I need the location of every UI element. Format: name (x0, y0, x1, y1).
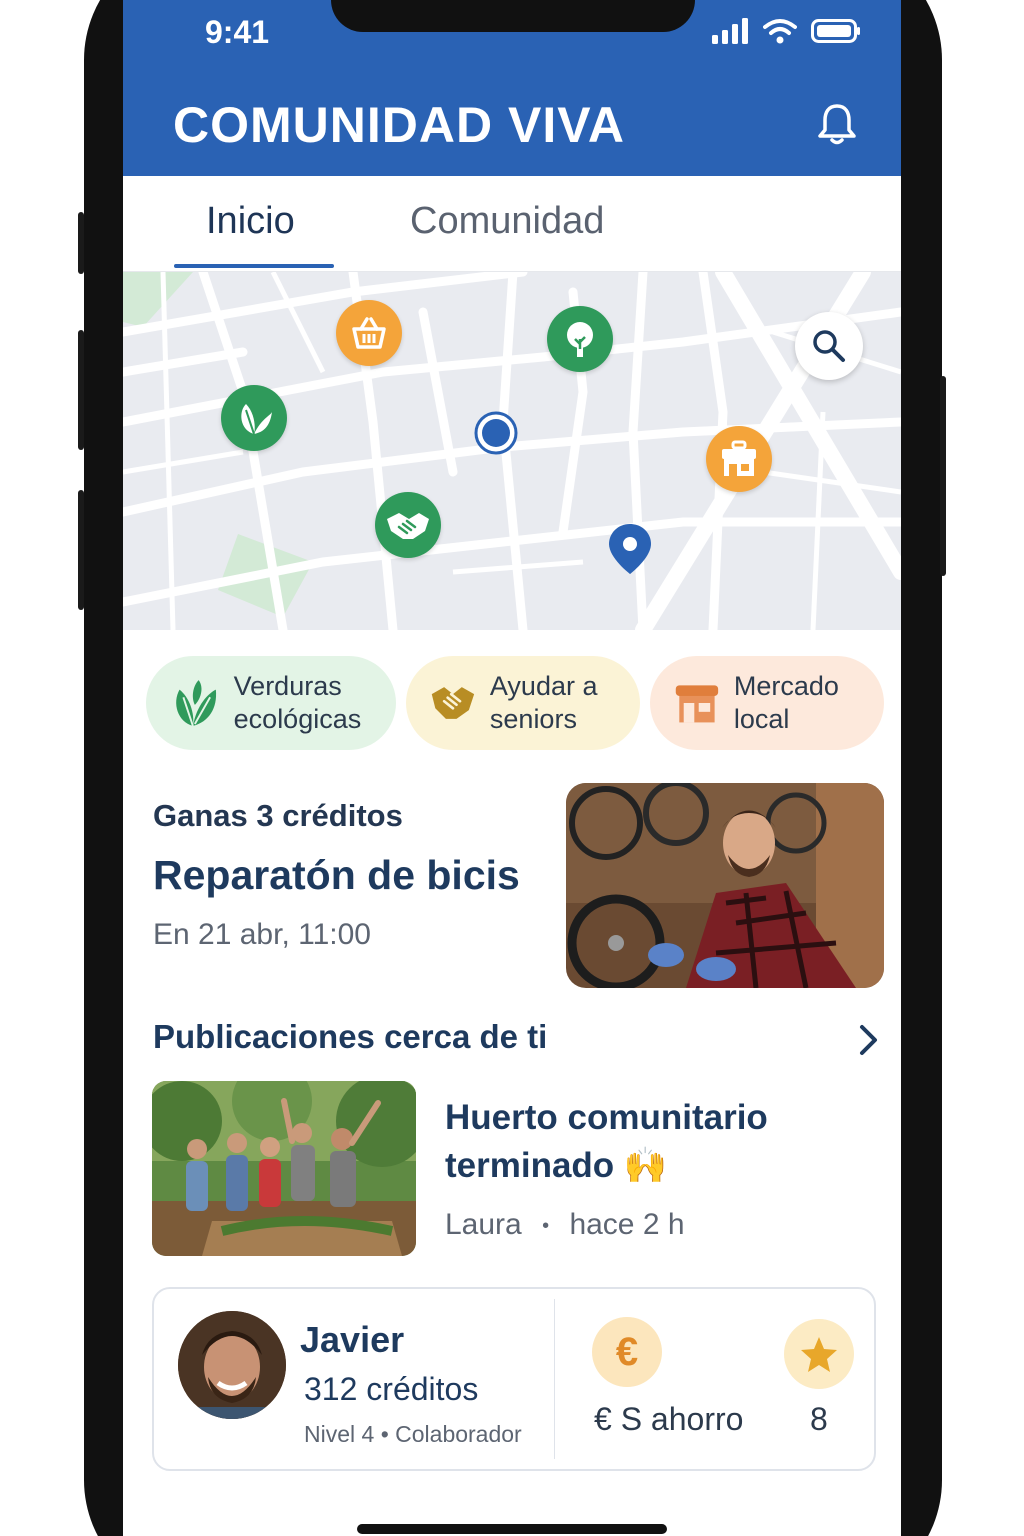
event-title[interactable]: Reparatón de bicis (153, 852, 520, 899)
chip-verduras[interactable]: Verduras ecológicas (146, 656, 396, 750)
handshake-icon[interactable] (375, 492, 441, 558)
volume-down-button (78, 490, 84, 610)
tab-bar: Inicio Comunidad (123, 176, 901, 272)
tab-comunidad[interactable]: Comunidad (410, 200, 604, 243)
app-title: COMUNIDAD VIVA (173, 97, 625, 153)
chip-label: Verduras ecológicas (233, 671, 362, 734)
search-icon (813, 330, 845, 362)
event-photo[interactable] (566, 783, 884, 988)
power-button (940, 376, 946, 576)
chevron-right-icon[interactable] (853, 1020, 883, 1060)
tree-icon[interactable] (547, 306, 613, 372)
profile-card[interactable]: Javier 312 créditos Nivel 4 • Colaborado… (152, 1287, 876, 1471)
volume-up-button (78, 330, 84, 450)
event-credits: Ganas 3 créditos (153, 798, 403, 833)
event-date: En 21 abr, 11:00 (153, 918, 371, 951)
star-icon (784, 1319, 854, 1389)
shop-icon[interactable] (706, 426, 772, 492)
post-time: hace 2 h (569, 1208, 685, 1241)
handshake-icon (431, 687, 475, 719)
map-marker-icon[interactable] (607, 522, 653, 576)
chip-label: Ayudar a seniors (489, 671, 598, 734)
profile-name: Javier (300, 1319, 405, 1360)
profile-level: Nivel 4 • Colaborador (304, 1421, 522, 1447)
chip-ayudar-seniors[interactable]: Ayudar a seniors (406, 656, 640, 750)
active-tab-indicator (174, 264, 334, 268)
chip-mercado-local[interactable]: Mercado local (650, 656, 884, 750)
wifi-icon (763, 19, 797, 44)
card-divider (554, 1299, 555, 1459)
map-view[interactable] (123, 272, 901, 630)
store-icon (675, 685, 719, 723)
stars-value: 8 (810, 1401, 828, 1437)
signal-icon (712, 18, 748, 44)
avatar (178, 1311, 286, 1419)
home-indicator[interactable] (357, 1524, 667, 1534)
leaf-icon (176, 680, 217, 727)
section-title: Publicaciones cerca de ti (153, 1018, 548, 1055)
tab-inicio[interactable]: Inicio (206, 200, 295, 243)
notch (331, 0, 695, 32)
status-time: 9:41 (205, 14, 270, 50)
post-title[interactable]: Huerto comunitario terminado 🙌 (445, 1094, 865, 1190)
mute-switch (78, 212, 84, 274)
basket-icon[interactable] (336, 300, 402, 366)
euro-icon: € (592, 1317, 662, 1387)
chip-label: Mercado local (733, 671, 839, 734)
meta-separator: • (542, 1214, 550, 1237)
status-icons (711, 18, 861, 44)
phone-screen: 9:41 COMUNIDAD VIVA Inicio Comunidad Ver… (123, 0, 901, 1536)
post-author: Laura (445, 1208, 522, 1241)
profile-credits: 312 créditos (304, 1371, 479, 1407)
bell-icon[interactable] (813, 100, 861, 148)
current-location-icon (474, 411, 518, 455)
battery-icon (811, 19, 860, 43)
savings-label: € S ahorro (594, 1401, 744, 1437)
post-meta: Laura • hace 2 h (445, 1208, 685, 1242)
post-photo[interactable] (152, 1081, 416, 1256)
leaves-icon[interactable] (221, 385, 287, 451)
map-search-button[interactable] (795, 312, 863, 380)
